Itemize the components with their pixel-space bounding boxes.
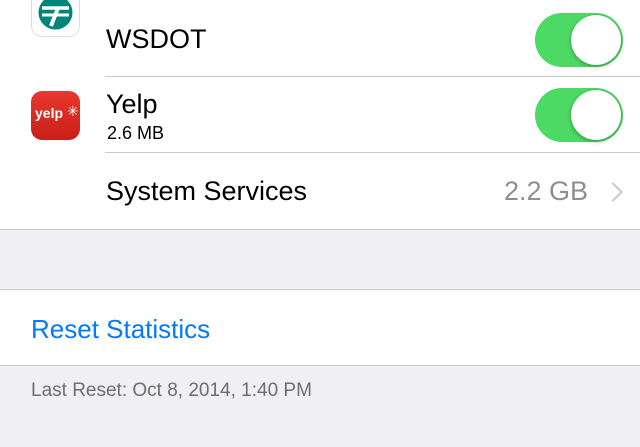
reset-group: Reset Statistics xyxy=(0,289,640,366)
wsdot-app-icon xyxy=(31,0,80,37)
toggle-knob xyxy=(571,15,621,65)
app-usage-list: WSDOT yelp ✳ Yelp 2.6 MB System Services… xyxy=(0,0,640,230)
yelp-app-icon: yelp ✳ xyxy=(31,91,80,140)
app-name: Yelp xyxy=(106,89,158,119)
system-services-label: System Services xyxy=(106,176,308,206)
yelp-cellular-toggle[interactable] xyxy=(535,88,623,142)
reset-statistics-button[interactable]: Reset Statistics xyxy=(31,314,210,345)
system-services-value: 2.2 GB xyxy=(503,176,588,206)
system-services-row[interactable]: System Services 2.2 GB xyxy=(0,153,640,229)
last-reset-text: Last Reset: Oct 8, 2014, 1:40 PM xyxy=(31,380,312,401)
wsdot-cellular-toggle[interactable] xyxy=(535,13,623,67)
toggle-knob xyxy=(571,90,621,140)
app-row-yelp: yelp ✳ Yelp 2.6 MB xyxy=(0,77,640,153)
app-row-wsdot: WSDOT xyxy=(0,0,640,77)
app-name: WSDOT xyxy=(106,24,207,54)
yelp-burst-icon: ✳ xyxy=(67,103,79,119)
chevron-right-icon xyxy=(603,182,623,202)
yelp-logo-text: yelp xyxy=(35,105,64,121)
app-data-size: 2.6 MB xyxy=(107,123,165,143)
